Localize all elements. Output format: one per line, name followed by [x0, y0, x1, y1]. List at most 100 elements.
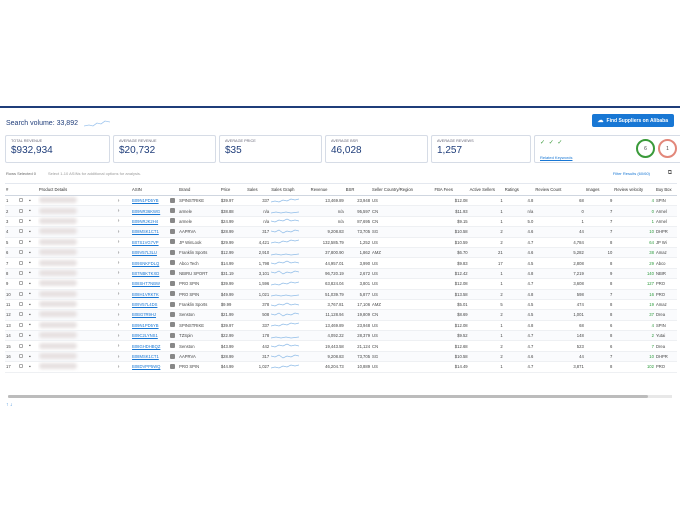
copy-icon[interactable] [169, 257, 179, 269]
column-header[interactable]: Product Details [37, 183, 117, 196]
filter-results-link[interactable]: Filter Results (60/60) [613, 171, 650, 176]
pin-icon[interactable]: ▪ [28, 299, 38, 311]
horizontal-scrollbar[interactable] [8, 395, 672, 398]
expand-icon[interactable]: › [116, 330, 132, 342]
asin-link[interactable]: B09NR36KWG [131, 205, 170, 217]
column-header[interactable]: ASIN [131, 183, 170, 196]
related-keywords-link[interactable]: Related Keywords [540, 155, 572, 160]
copy-icon[interactable] [169, 340, 179, 352]
copy-icon[interactable] [169, 268, 179, 280]
column-header[interactable]: Review Count [534, 183, 585, 196]
column-header[interactable] [116, 183, 132, 196]
copy-icon[interactable] [169, 289, 179, 300]
expand-icon[interactable]: › [116, 205, 132, 217]
row-checkbox[interactable] [18, 351, 28, 363]
asin-link[interactable]: B08SHT7NBW [131, 278, 170, 290]
column-header[interactable]: Revenue [309, 183, 345, 196]
column-header[interactable]: # [5, 183, 19, 196]
column-header[interactable] [169, 183, 179, 196]
asin-link[interactable]: B09SNKFDLQ [131, 257, 170, 269]
expand-icon[interactable]: › [116, 289, 132, 300]
row-checkbox[interactable] [18, 237, 28, 248]
pin-icon[interactable]: ▪ [28, 330, 38, 342]
table-row[interactable]: 3 ▪ › B09NRJK2H4 armele $24.99 n/a n/a 87,695 CN $… [5, 216, 677, 228]
pin-icon[interactable]: ▪ [28, 226, 38, 238]
expand-icon[interactable]: › [116, 247, 132, 259]
asin-link[interactable]: B09NRJK2H4 [131, 216, 170, 228]
row-checkbox[interactable] [18, 195, 28, 207]
expand-icon[interactable]: › [116, 278, 132, 290]
pin-icon[interactable]: ▪ [28, 205, 38, 217]
column-header[interactable]: Buy Box [654, 183, 677, 196]
expand-icon[interactable]: › [116, 309, 132, 321]
column-header[interactable]: Sales Graph [270, 183, 310, 196]
scrollbar-thumb[interactable] [8, 395, 648, 398]
column-header[interactable]: FBA Fees [433, 183, 469, 196]
copy-icon[interactable] [169, 320, 179, 332]
pin-icon[interactable]: ▪ [28, 309, 38, 321]
table-row[interactable]: 15 ▪ › B08GHDHBQZ Senston $43.99 442 19,443.58 2… [5, 340, 677, 352]
pin-icon[interactable]: ▪ [28, 257, 38, 269]
asin-link[interactable]: B09V57L4DS [131, 299, 170, 311]
column-header[interactable] [28, 183, 38, 196]
table-row[interactable]: 13 ▪ › B09N1PD5YB SPINSTRIKE $39.97 337 13,469.… [5, 320, 677, 332]
column-header[interactable]: Active Sellers [468, 183, 504, 196]
table-row[interactable]: 16 ▪ › B08MSK1CT1 AAPRVA $28.99 317 9,208.83 73,… [5, 351, 677, 363]
copy-icon[interactable] [169, 299, 179, 311]
column-header[interactable]: Price [219, 183, 247, 196]
asin-link[interactable]: B08H1VRKTK [131, 289, 170, 300]
asin-link[interactable]: B08MSK1CT1 [131, 226, 170, 238]
row-checkbox[interactable] [18, 340, 28, 352]
export-icon[interactable]: ⧉ [668, 170, 672, 177]
column-header[interactable]: BSR [344, 183, 372, 196]
row-checkbox[interactable] [18, 216, 28, 228]
table-row[interactable]: 14 ▪ › B09C2LYNS1 TZSpin $22.99 178 4,092.22 28,… [5, 330, 677, 342]
pin-icon[interactable]: ▪ [28, 247, 38, 259]
column-header[interactable]: Review velocity [613, 183, 655, 196]
expand-icon[interactable]: › [116, 257, 132, 269]
asin-link[interactable]: B09N1PD5YB [131, 320, 170, 332]
expand-icon[interactable]: › [116, 195, 132, 207]
expand-icon[interactable]: › [116, 351, 132, 363]
asin-link[interactable]: B09C2LYNS1 [131, 330, 170, 342]
column-header[interactable]: Images [584, 183, 614, 196]
copy-icon[interactable] [169, 361, 179, 373]
column-header[interactable]: Sales [246, 183, 271, 196]
row-checkbox[interactable] [18, 361, 28, 373]
table-row[interactable]: 12 ▪ › B0BG7R9HJ Senston $21.99 508 11,128.94 19… [5, 309, 677, 321]
row-checkbox[interactable] [18, 257, 28, 269]
copy-icon[interactable] [169, 247, 179, 259]
pin-icon[interactable]: ▪ [28, 268, 38, 280]
asin-link[interactable]: B0BG7R9HJ [131, 309, 170, 321]
expand-icon[interactable]: › [116, 299, 132, 311]
copy-icon[interactable] [169, 278, 179, 290]
row-checkbox[interactable] [18, 309, 28, 321]
asin-link[interactable]: B09V57L3LU [131, 247, 170, 259]
pin-icon[interactable]: ▪ [28, 278, 38, 290]
column-header[interactable]: Ratings [503, 183, 535, 196]
table-row[interactable]: 17 ▪ › B08DVPP5WQ PRO SPIN $44.99 1,027 46,204.… [5, 361, 677, 373]
copy-icon[interactable] [169, 237, 179, 248]
row-checkbox[interactable] [18, 226, 28, 238]
find-suppliers-alibaba-button[interactable]: ☁ Find Suppliers on Alibaba [591, 114, 674, 127]
expand-icon[interactable]: › [116, 320, 132, 332]
table-row[interactable]: 4 ▪ › B08MSK1CT1 AAPRVA $28.99 317 9,208.83 73,7… [5, 226, 677, 238]
asin-link[interactable]: B09N1PD5YB [131, 195, 170, 207]
row-checkbox[interactable] [18, 330, 28, 342]
copy-icon[interactable] [169, 205, 179, 217]
pin-icon[interactable]: ▪ [28, 289, 38, 300]
column-header[interactable] [18, 183, 28, 196]
copy-icon[interactable] [169, 216, 179, 228]
table-row[interactable]: 5 ▪ › B07S1VG7VP JP WinLook $29.99 4,421 132,58… [5, 237, 677, 248]
expand-icon[interactable]: › [116, 340, 132, 352]
pin-icon[interactable]: ▪ [28, 320, 38, 332]
table-row[interactable]: 2 ▪ › B09NR36KWG armele $38.88 n/a n/a 95,597 CN $… [5, 205, 677, 217]
expand-icon[interactable]: › [116, 268, 132, 280]
column-header[interactable]: Seller Country/Region [371, 183, 434, 196]
asin-link[interactable]: B08MSK1CT1 [131, 351, 170, 363]
copy-icon[interactable] [169, 351, 179, 363]
row-checkbox[interactable] [18, 320, 28, 332]
expand-icon[interactable]: › [116, 216, 132, 228]
table-row[interactable]: 1 ▪ › B09N1PD5YB SPINSTRIKE $39.97 337 13,469.8… [5, 195, 677, 207]
row-checkbox[interactable] [18, 299, 28, 311]
